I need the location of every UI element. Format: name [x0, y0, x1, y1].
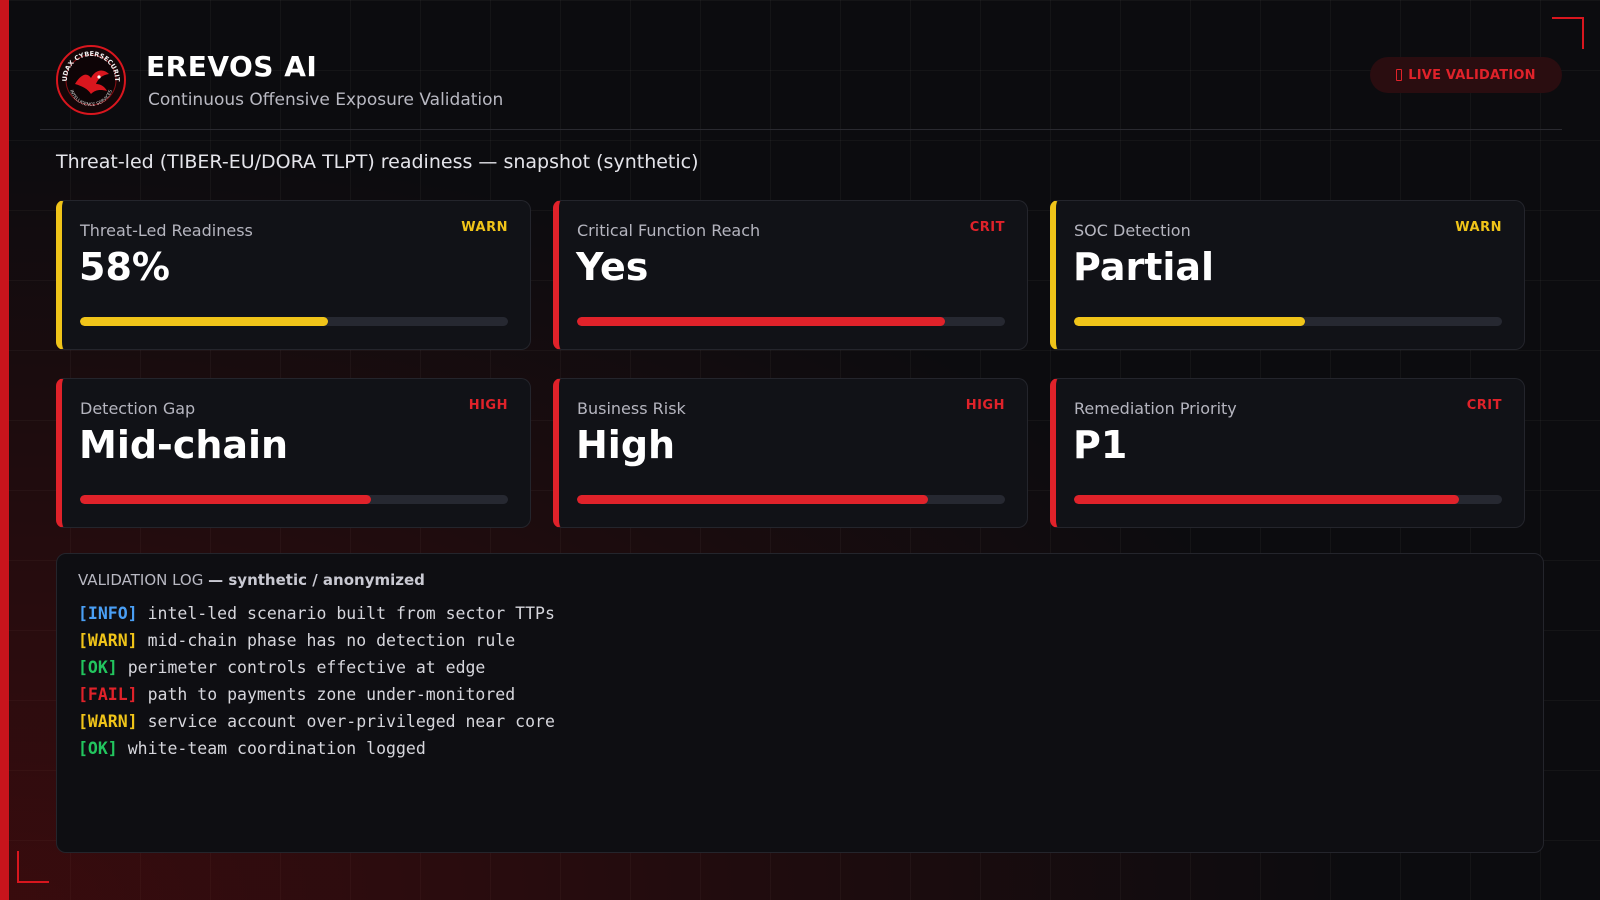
- severity-badge: CRIT: [969, 220, 1005, 235]
- progress-track: [1074, 495, 1502, 504]
- progress-track: [577, 495, 1005, 504]
- card-label: Business Risk: [577, 399, 686, 418]
- log-line: [WARN] service account over-privileged ne…: [78, 708, 555, 735]
- log-line: [INFO] intel-led scenario built from sect…: [78, 600, 555, 627]
- card-value: 58%: [79, 245, 170, 289]
- card-label: Remediation Priority: [1074, 399, 1237, 418]
- validation-log-title: VALIDATION LOG — synthetic / anonymized: [78, 571, 425, 589]
- log-level-tag: [WARN]: [78, 631, 138, 650]
- log-text: white-team coordination logged: [127, 739, 426, 758]
- card-critical-function-reach[interactable]: Critical Function Reach CRIT Yes: [553, 200, 1028, 350]
- severity-badge: HIGH: [965, 398, 1005, 413]
- app-subtitle: Continuous Offensive Exposure Validation: [148, 90, 504, 110]
- severity-badge: HIGH: [468, 398, 508, 413]
- card-value: Mid-chain: [79, 423, 289, 467]
- progress-track: [80, 495, 508, 504]
- severity-badge: CRIT: [1466, 398, 1502, 413]
- log-title: VALIDATION LOG: [78, 571, 204, 589]
- log-text: mid-chain phase has no detection rule: [147, 631, 516, 650]
- log-level-tag: [OK]: [78, 739, 118, 758]
- card-business-risk[interactable]: Business Risk HIGH High: [553, 378, 1028, 528]
- card-label: Threat-Led Readiness: [80, 221, 253, 240]
- live-icon: [1396, 69, 1403, 81]
- card-value: Yes: [576, 245, 649, 289]
- log-line: [OK] white-team coordination logged: [78, 735, 555, 762]
- validation-log-panel[interactable]: VALIDATION LOG — synthetic / anonymized …: [56, 553, 1544, 853]
- progress-fill: [577, 317, 946, 326]
- severity-badge: WARN: [1455, 220, 1502, 235]
- card-soc-detection[interactable]: SOC Detection WARN Partial: [1050, 200, 1525, 350]
- card-value: P1: [1073, 423, 1128, 467]
- progress-fill: [80, 495, 372, 504]
- progress-fill: [80, 317, 329, 326]
- log-line: [OK] perimeter controls effective at edge: [78, 654, 555, 681]
- card-value: High: [576, 423, 676, 467]
- card-label: Critical Function Reach: [577, 221, 761, 240]
- log-text: service account over-privileged near cor…: [147, 712, 555, 731]
- progress-fill: [1074, 317, 1306, 326]
- log-line: [FAIL] path to payments zone under-monito…: [78, 681, 555, 708]
- app-title: EREVOS AI: [146, 50, 318, 83]
- audax-logo-icon: AUDAX CYBERSECURITY INTELLIGENCE SERVICE…: [55, 44, 126, 115]
- log-line: [WARN] mid-chain phase has no detection r…: [78, 627, 555, 654]
- card-label: Detection Gap: [80, 399, 196, 418]
- progress-track: [577, 317, 1005, 326]
- corner-bracket-bottom-left: [17, 851, 49, 883]
- card-label: SOC Detection: [1074, 221, 1191, 240]
- snapshot-title: Threat-led (TIBER-EU/DORA TLPT) readines…: [56, 151, 699, 173]
- progress-track: [1074, 317, 1502, 326]
- card-value: Partial: [1073, 245, 1215, 289]
- log-subtitle: — synthetic / anonymized: [208, 571, 425, 589]
- progress-track: [80, 317, 508, 326]
- log-lines: [INFO] intel-led scenario built from sect…: [78, 600, 555, 762]
- log-text: path to payments zone under-monitored: [147, 685, 516, 704]
- log-level-tag: [WARN]: [78, 712, 138, 731]
- header: AUDAX CYBERSECURITY INTELLIGENCE SERVICE…: [40, 30, 1562, 130]
- log-level-tag: [FAIL]: [78, 685, 138, 704]
- log-text: intel-led scenario built from sector TTP…: [147, 604, 555, 623]
- card-remediation-priority[interactable]: Remediation Priority CRIT P1: [1050, 378, 1525, 528]
- severity-badge: WARN: [461, 220, 508, 235]
- progress-fill: [1074, 495, 1460, 504]
- card-threat-led-readiness[interactable]: Threat-Led Readiness WARN 58%: [56, 200, 531, 350]
- card-detection-gap[interactable]: Detection Gap HIGH Mid-chain: [56, 378, 531, 528]
- progress-fill: [577, 495, 928, 504]
- left-accent-bar: [0, 0, 9, 900]
- log-level-tag: [OK]: [78, 658, 118, 677]
- live-validation-label: LIVE VALIDATION: [1408, 67, 1536, 83]
- live-validation-badge[interactable]: LIVE VALIDATION: [1370, 57, 1562, 93]
- log-text: perimeter controls effective at edge: [127, 658, 486, 677]
- log-level-tag: [INFO]: [78, 604, 138, 623]
